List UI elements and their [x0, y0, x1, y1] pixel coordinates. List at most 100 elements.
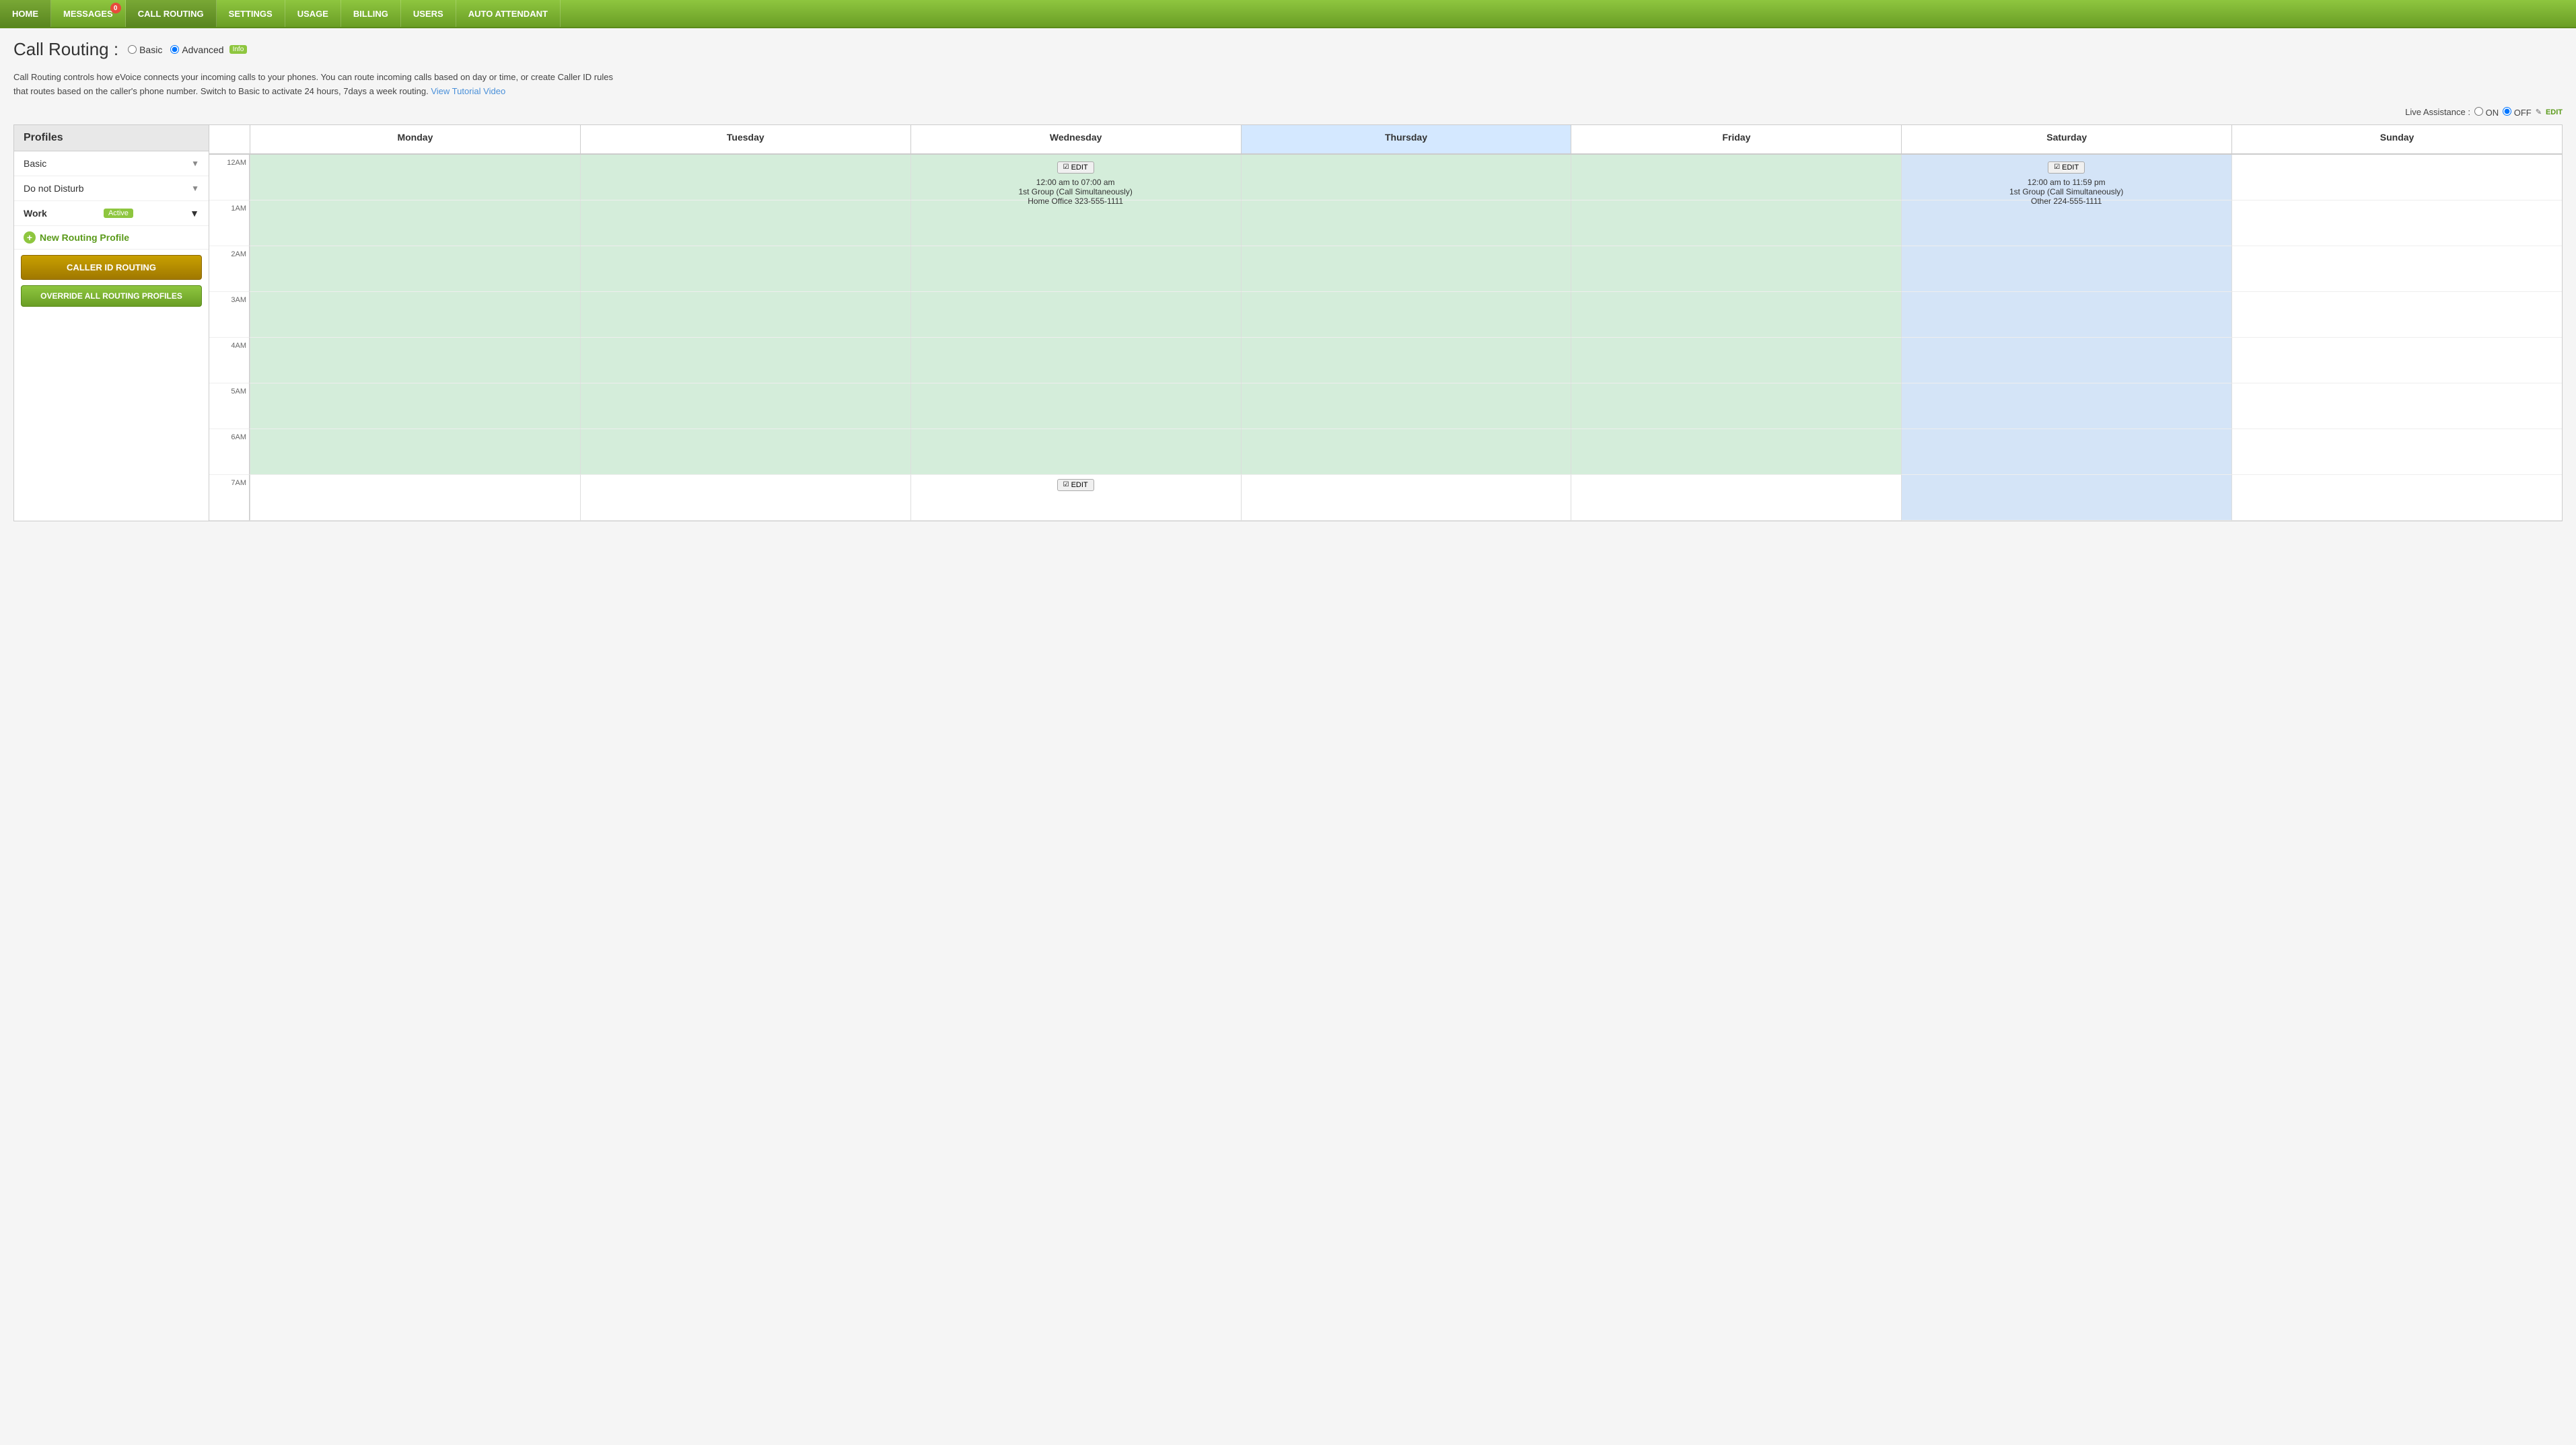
cal-cell-mon-5am: [250, 383, 580, 429]
live-assist-on-label[interactable]: ON: [2474, 107, 2499, 118]
time-3am: 3AM: [209, 292, 250, 338]
nav-usage[interactable]: USAGE: [285, 0, 341, 27]
cal-cell-mon-6am: [250, 429, 580, 475]
cal-cell-tue-5am: [580, 383, 910, 429]
description-body: Call Routing controls how eVoice connect…: [13, 72, 613, 96]
cal-cell-wed-2am: [910, 246, 1241, 292]
time-column-header: [209, 125, 250, 153]
live-assist-on-text: ON: [2486, 108, 2499, 118]
cal-cell-sat-4am: [1901, 338, 2231, 383]
live-assist-edit-label[interactable]: EDIT: [2546, 108, 2563, 116]
basic-radio-label[interactable]: Basic: [128, 44, 162, 55]
cal-cell-tue-4am: [580, 338, 910, 383]
cal-cell-sun-7am: [2231, 475, 2562, 521]
live-assist-label: Live Assistance :: [2405, 107, 2470, 117]
cal-cell-wed-3am: [910, 292, 1241, 338]
cal-cell-thu-3am: [1241, 292, 1571, 338]
live-assist-on-radio[interactable]: [2474, 107, 2483, 116]
time-6am: 6AM: [209, 429, 250, 475]
day-header-monday: Monday: [250, 125, 580, 153]
override-all-profiles-button[interactable]: OVERRIDE ALL ROUTING PROFILES: [21, 285, 202, 307]
tutorial-video-link[interactable]: View Tutorial Video: [431, 86, 505, 96]
cal-cell-sat-3am: [1901, 292, 2231, 338]
cal-cell-tue-12am: [580, 155, 910, 200]
nav-home[interactable]: HOME: [0, 0, 51, 27]
override-label: OVERRIDE ALL ROUTING PROFILES: [40, 291, 182, 301]
nav-usage-label: USAGE: [297, 9, 328, 19]
cal-cell-fri-3am: [1571, 292, 1901, 338]
tuesday-label: Tuesday: [727, 132, 764, 143]
nav-users[interactable]: USERS: [401, 0, 456, 27]
cal-cell-thu-4am: [1241, 338, 1571, 383]
cal-cell-mon-3am: [250, 292, 580, 338]
routing-mode-selector: Basic Advanced Info: [128, 44, 247, 55]
blue-edit-btn[interactable]: ☑ EDIT: [2048, 161, 2085, 174]
sidebar-item-work[interactable]: Work Active ▼: [14, 201, 209, 226]
nav-messages-label: MESSAGES: [63, 9, 113, 19]
second-edit-label: EDIT: [1071, 481, 1088, 489]
page-title: Call Routing :: [13, 39, 118, 60]
cal-cell-thu-1am: [1241, 200, 1571, 246]
info-badge[interactable]: Info: [229, 45, 248, 54]
live-assist-off-label[interactable]: OFF: [2503, 107, 2532, 118]
cal-cell-fri-6am: [1571, 429, 1901, 475]
cal-cell-fri-5am: [1571, 383, 1901, 429]
thursday-label: Thursday: [1385, 132, 1427, 143]
time-1am: 1AM: [209, 200, 250, 246]
cal-cell-sun-4am: [2231, 338, 2562, 383]
live-assist-off-text: OFF: [2514, 108, 2532, 118]
cal-cell-mon-4am: [250, 338, 580, 383]
cal-cell-fri-2am: [1571, 246, 1901, 292]
second-edit-btn[interactable]: ☑ EDIT: [1057, 479, 1094, 491]
sunday-label: Sunday: [2380, 132, 2414, 143]
page-header: Call Routing : Basic Advanced Info: [13, 39, 2563, 60]
dnd-item-label: Do not Disturb: [24, 183, 83, 194]
cal-cell-sun-5am: [2231, 383, 2562, 429]
work-chevron-icon: ▼: [190, 208, 199, 219]
green-edit-label: EDIT: [1071, 163, 1088, 172]
edit-checkbox-icon: ☑: [1063, 163, 1069, 171]
cal-cell-wed-5am: [910, 383, 1241, 429]
cal-cell-thu-7am: [1241, 475, 1571, 521]
cal-cell-tue-6am: [580, 429, 910, 475]
cal-cell-fri-12am: [1571, 155, 1901, 200]
cal-cell-sat-5am: [1901, 383, 2231, 429]
live-assist-bar: Live Assistance : ON OFF ✎ EDIT: [13, 107, 2563, 118]
cal-cell-sat-7am: [1901, 475, 2231, 521]
cal-cell-fri-4am: [1571, 338, 1901, 383]
green-edit-btn[interactable]: ☑ EDIT: [1057, 161, 1094, 174]
nav-messages[interactable]: MESSAGES 0: [51, 0, 126, 27]
live-assist-off-radio[interactable]: [2503, 107, 2511, 116]
advanced-radio[interactable]: [170, 45, 179, 54]
cal-cell-sun-6am: [2231, 429, 2562, 475]
nav-billing[interactable]: BILLING: [341, 0, 401, 27]
advanced-label: Advanced: [182, 44, 223, 55]
day-header-saturday: Saturday: [1901, 125, 2231, 153]
cal-cell-sun-1am: [2231, 200, 2562, 246]
day-header-wednesday: Wednesday: [910, 125, 1241, 153]
sidebar-item-do-not-disturb[interactable]: Do not Disturb ▼: [14, 176, 209, 201]
work-label: Work: [24, 208, 47, 219]
friday-label: Friday: [1722, 132, 1750, 143]
caller-id-routing-button[interactable]: CALLER ID ROUTING: [21, 255, 202, 280]
cal-cell-wed-1am: [910, 200, 1241, 246]
cal-cell-wed-4am: [910, 338, 1241, 383]
dnd-chevron-icon: ▼: [191, 184, 199, 193]
live-assist-edit-icon: ✎: [2536, 108, 2542, 116]
day-header-thursday: Thursday: [1241, 125, 1571, 153]
nav-auto-attendant[interactable]: AUTO ATTENDANT: [456, 0, 561, 27]
advanced-radio-label[interactable]: Advanced Info: [170, 44, 247, 55]
cal-cell-mon-1am: [250, 200, 580, 246]
nav-call-routing[interactable]: CALL ROUTING: [126, 0, 217, 27]
nav-users-label: USERS: [413, 9, 443, 19]
new-routing-profile-button[interactable]: + New Routing Profile: [14, 226, 209, 250]
cal-cell-sat-1am: [1901, 200, 2231, 246]
blue-edit-checkbox-icon: ☑: [2054, 163, 2060, 171]
blue-edit-label: EDIT: [2062, 163, 2079, 172]
nav-settings[interactable]: SETTINGS: [217, 0, 285, 27]
sidebar-item-basic[interactable]: Basic ▼: [14, 151, 209, 176]
basic-chevron-icon: ▼: [191, 159, 199, 168]
basic-radio[interactable]: [128, 45, 137, 54]
day-header-friday: Friday: [1571, 125, 1901, 153]
cal-cell-sun-12am: [2231, 155, 2562, 200]
